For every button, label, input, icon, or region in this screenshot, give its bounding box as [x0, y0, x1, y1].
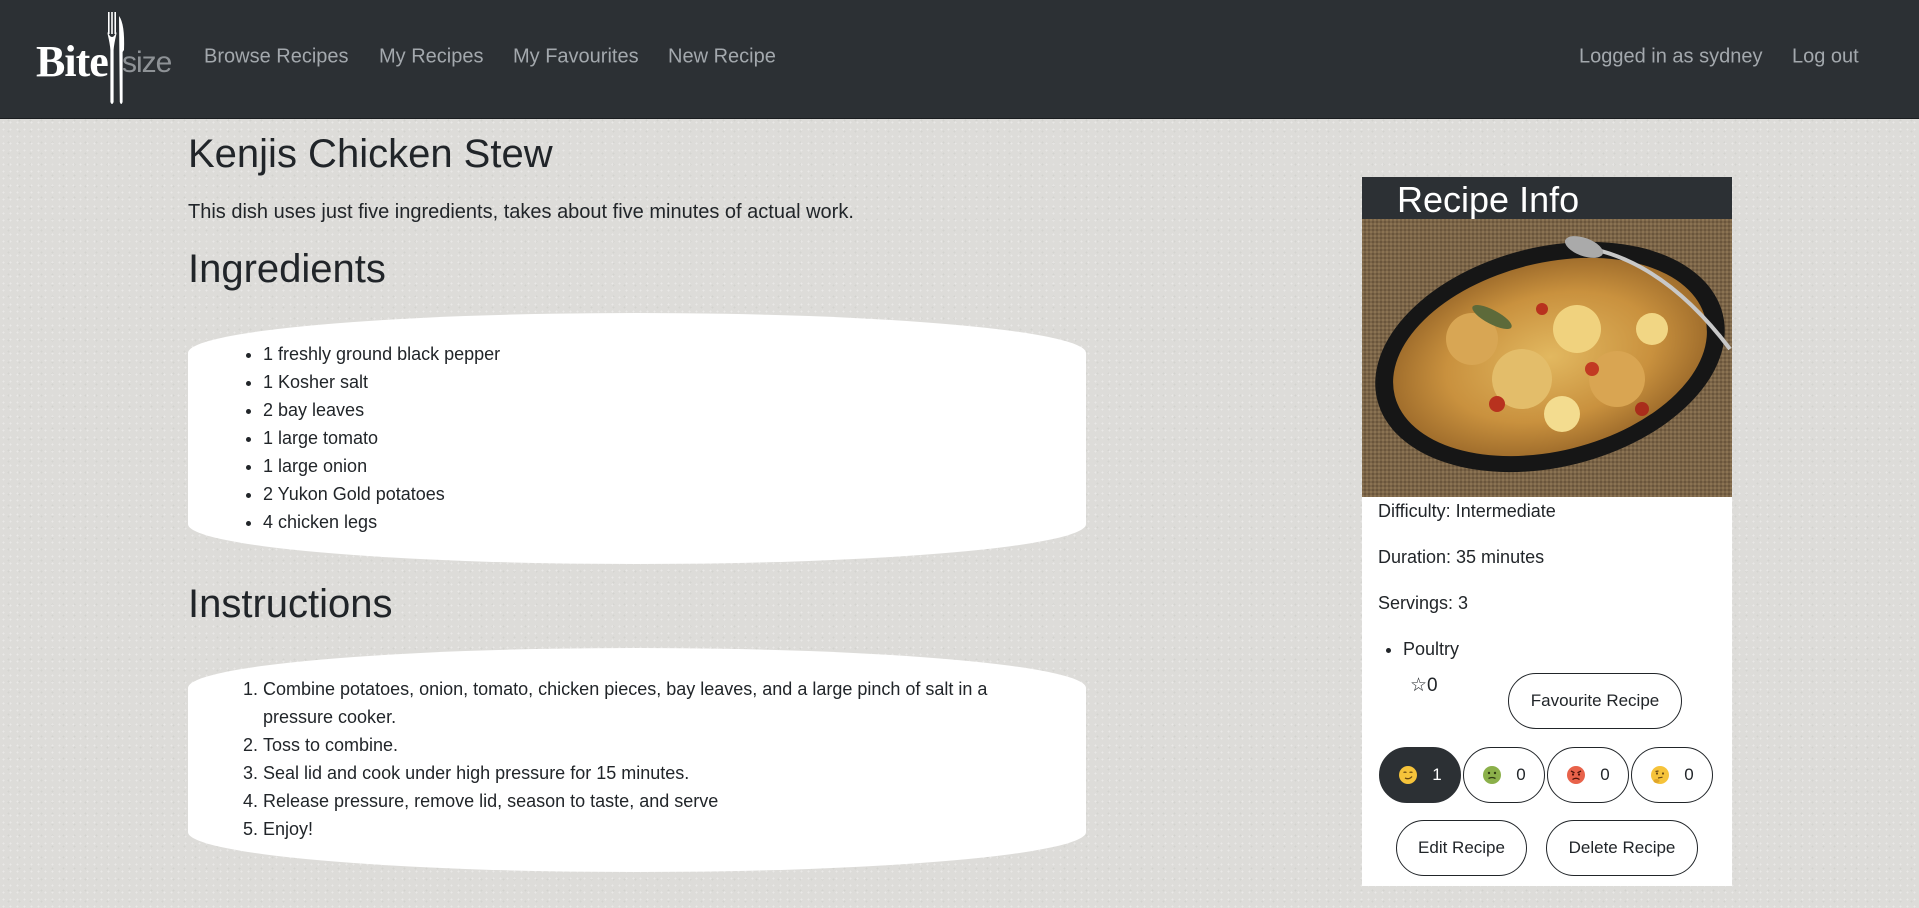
favourite-recipe-button[interactable]: Favourite Recipe	[1508, 673, 1682, 729]
ingredients-card: 1 freshly ground black pepper 1 Kosher s…	[188, 313, 1086, 564]
instruction-step: Enjoy!	[263, 815, 1026, 843]
bitesize-logo[interactable]: Bite size	[36, 10, 172, 106]
category-tag: Poultry	[1403, 637, 1459, 661]
ingredient-item: 1 Kosher salt	[263, 368, 1086, 396]
ingredient-item: 1 large onion	[263, 452, 1086, 480]
smirk-face-icon	[1399, 766, 1418, 784]
recipe-info-header: Recipe Info	[1362, 177, 1732, 220]
recipe-photo	[1362, 219, 1732, 497]
category-tags: Poultry	[1362, 637, 1459, 661]
ingredient-item: 1 large tomato	[263, 424, 1086, 452]
ingredient-item: 2 bay leaves	[263, 396, 1086, 424]
servings-text: Servings: 3	[1378, 593, 1469, 613]
nav-browse-recipes[interactable]: Browse Recipes	[204, 46, 349, 69]
star-rating: ☆0	[1410, 675, 1438, 696]
logo-bite-text: Bite	[36, 37, 109, 86]
logo-size-text: size	[122, 46, 172, 79]
instructions-list: Combine potatoes, onion, tomato, chicken…	[188, 648, 1086, 843]
reaction-button-thinking[interactable]: 0	[1631, 747, 1713, 803]
reaction-button-nauseated[interactable]: 0	[1463, 747, 1545, 803]
recipe-info-panel: Recipe Info Difficulty: Intermediate Dur…	[1362, 177, 1732, 886]
nav-my-recipes[interactable]: My Recipes	[379, 46, 483, 69]
ingredient-item: 4 chicken legs	[263, 508, 1086, 536]
reaction-button-smirk[interactable]: 1	[1379, 747, 1461, 803]
nav-my-favourites[interactable]: My Favourites	[513, 46, 639, 69]
instruction-step: Release pressure, remove lid, season to …	[263, 787, 1026, 815]
instruction-step: Seal lid and cook under high pressure fo…	[263, 759, 1026, 787]
instructions-heading: Instructions	[188, 582, 393, 626]
reaction-button-angry[interactable]: 0	[1547, 747, 1629, 803]
difficulty-text: Difficulty: Intermediate	[1378, 501, 1556, 521]
reaction-count: 0	[1684, 765, 1694, 784]
recipe-description: This dish uses just five ingredients, ta…	[188, 201, 854, 223]
nav-new-recipe[interactable]: New Recipe	[668, 46, 776, 69]
nauseated-face-icon	[1483, 766, 1502, 784]
instruction-step: Combine potatoes, onion, tomato, chicken…	[263, 675, 1026, 731]
edit-recipe-button[interactable]: Edit Recipe	[1396, 820, 1527, 876]
reaction-count: 1	[1432, 765, 1442, 784]
navbar: Bite size Browse Recipes My Recipes My F…	[0, 0, 1919, 119]
reaction-count: 0	[1600, 765, 1610, 784]
logged-in-user[interactable]: Logged in as sydney	[1579, 46, 1762, 69]
delete-recipe-button[interactable]: Delete Recipe	[1546, 820, 1698, 876]
recipe-info-title: Recipe Info	[1397, 179, 1580, 220]
logout-link[interactable]: Log out	[1792, 46, 1859, 69]
thinking-face-icon	[1651, 766, 1670, 784]
angry-face-icon	[1567, 766, 1586, 784]
reaction-count: 0	[1516, 765, 1526, 784]
instructions-card: Combine potatoes, onion, tomato, chicken…	[188, 648, 1086, 872]
duration-text: Duration: 35 minutes	[1378, 547, 1545, 567]
ingredient-item: 2 Yukon Gold potatoes	[263, 480, 1086, 508]
ingredients-heading: Ingredients	[188, 247, 386, 291]
instruction-step: Toss to combine.	[263, 731, 1026, 759]
recipe-title: Kenjis Chicken Stew	[188, 132, 553, 176]
ingredient-item: 1 freshly ground black pepper	[263, 340, 1086, 368]
ingredients-list: 1 freshly ground black pepper 1 Kosher s…	[188, 313, 1086, 536]
